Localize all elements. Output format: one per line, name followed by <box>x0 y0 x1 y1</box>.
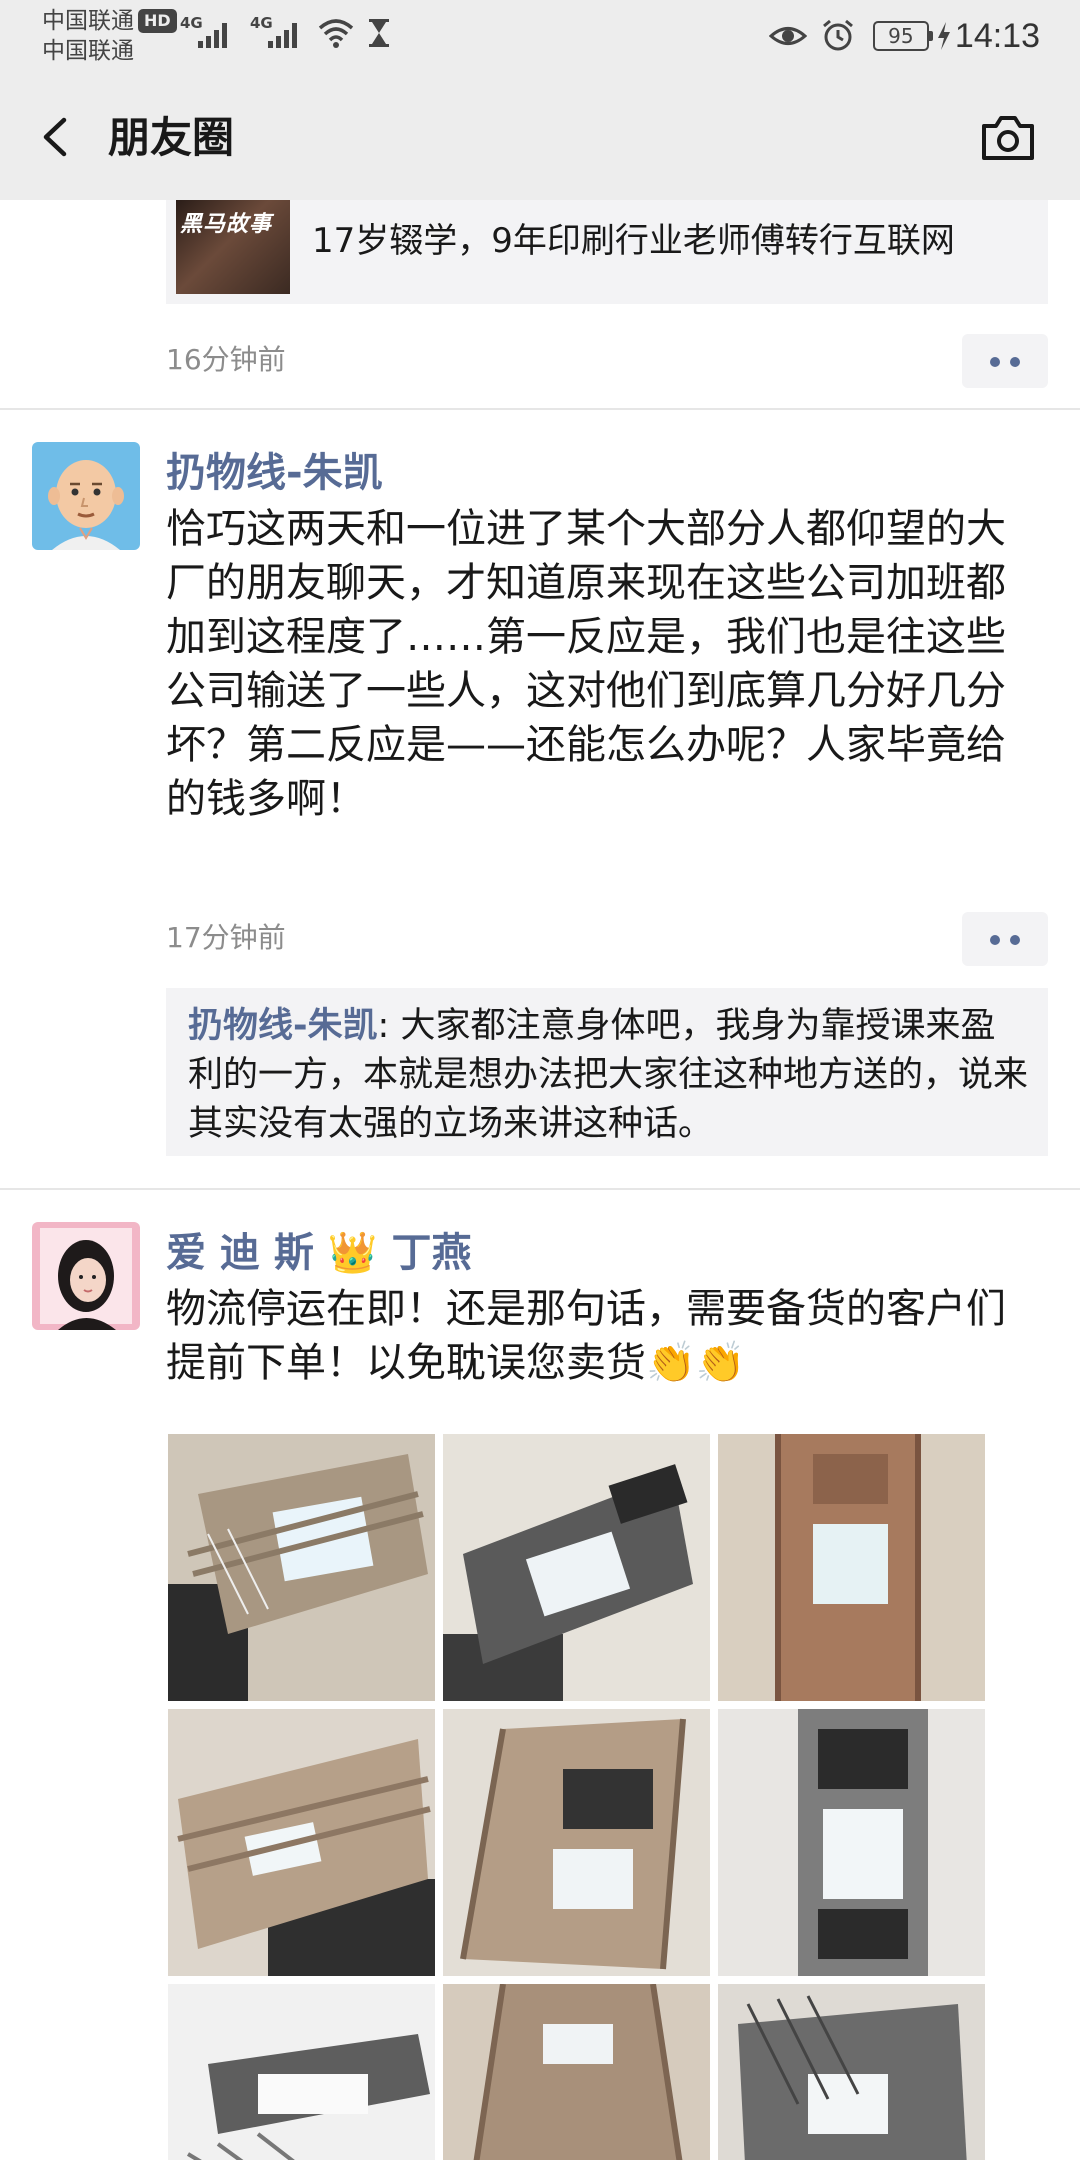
post-text: 恰巧这两天和一位进了某个大部分人都仰望的大厂的朋友聊天，才知道原来现在这些公司加… <box>166 506 1006 822</box>
carrier-2: 中国联通 <box>42 38 134 64</box>
wifi-icon <box>318 19 354 48</box>
post-text: 物流停运在即！还是那句话，需要备货的客户们提前下单！以免耽误您卖货👏👏 <box>166 1286 1006 1386</box>
photo-thumbnail[interactable] <box>718 1434 985 1701</box>
post-time: 17分钟前 <box>166 921 286 954</box>
photo-thumbnail[interactable] <box>718 1709 985 1976</box>
photo-thumbnail[interactable] <box>168 1984 435 2160</box>
battery-indicator: 95 <box>872 21 933 51</box>
signal-2-icon: 4G <box>250 14 306 48</box>
more-dots-icon[interactable] <box>962 912 1048 966</box>
hd-badge: HD <box>138 9 177 33</box>
navigation-bar: 朋友圈 <box>0 74 1080 200</box>
post-author[interactable]: 扔物线-朱凯 <box>166 446 383 500</box>
comment-author[interactable]: 扔物线-朱凯 <box>188 1006 378 1046</box>
photo-thumbnail[interactable] <box>443 1709 710 1976</box>
author-name-part1: 爱 迪 斯 <box>166 1230 314 1276</box>
avatar[interactable] <box>32 442 140 550</box>
camera-icon[interactable] <box>980 114 1036 162</box>
post-author[interactable]: 爱 迪 斯 👑 丁燕 <box>166 1226 472 1280</box>
post-divider <box>0 408 1080 410</box>
photo-thumbnail[interactable] <box>443 1434 710 1701</box>
comment-box: 扔物线-朱凯: 大家都注意身体吧，我身为靠授课来盈利的一方，本就是想办法把大家往… <box>166 988 1048 1156</box>
carrier-info: 中国联通 HD 中国联通 <box>42 6 177 66</box>
crown-icon: 👑 <box>327 1230 378 1276</box>
link-thumbnail: 黑马故事 <box>176 200 290 294</box>
post-time: 16分钟前 <box>166 343 286 376</box>
carrier-1: 中国联通 <box>42 8 134 34</box>
signal-1-icon: 4G <box>180 14 236 48</box>
status-time: 14:13 <box>954 16 1040 55</box>
shared-link-card[interactable]: 黑马故事 17岁辍学，9年印刷行业老师傅转行互联网 <box>166 200 1048 304</box>
link-title: 17岁辍学，9年印刷行业老师傅转行互联网 <box>312 221 955 261</box>
status-right: 95 14:13 <box>768 14 1040 58</box>
more-dots-icon[interactable] <box>962 334 1048 388</box>
eye-comfort-icon <box>768 27 807 45</box>
moments-page: 中国联通 HD 中国联通 4G 4G 95 14:13 朋友圈 黑马故事 17岁… <box>0 0 1080 2160</box>
post-divider <box>0 1188 1080 1190</box>
comment-separator: : <box>377 1006 401 1046</box>
charging-bolt-icon <box>937 22 950 50</box>
alarm-icon <box>822 19 853 51</box>
hourglass-icon <box>369 19 389 47</box>
status-bar: 中国联通 HD 中国联通 4G 4G 95 14:13 <box>0 0 1080 74</box>
avatar[interactable] <box>32 1222 140 1330</box>
moments-feed[interactable]: 黑马故事 17岁辍学，9年印刷行业老师傅转行互联网 16分钟前 扔物线-朱凯 恰… <box>0 200 1080 2160</box>
author-name-part2: 丁燕 <box>391 1230 472 1276</box>
photo-thumbnail[interactable] <box>168 1434 435 1701</box>
back-arrow-icon[interactable] <box>36 112 76 162</box>
photo-thumbnail[interactable] <box>718 1984 985 2160</box>
page-title: 朋友圈 <box>108 113 235 162</box>
photo-thumbnail[interactable] <box>168 1709 435 1976</box>
photo-thumbnail[interactable] <box>443 1984 710 2160</box>
